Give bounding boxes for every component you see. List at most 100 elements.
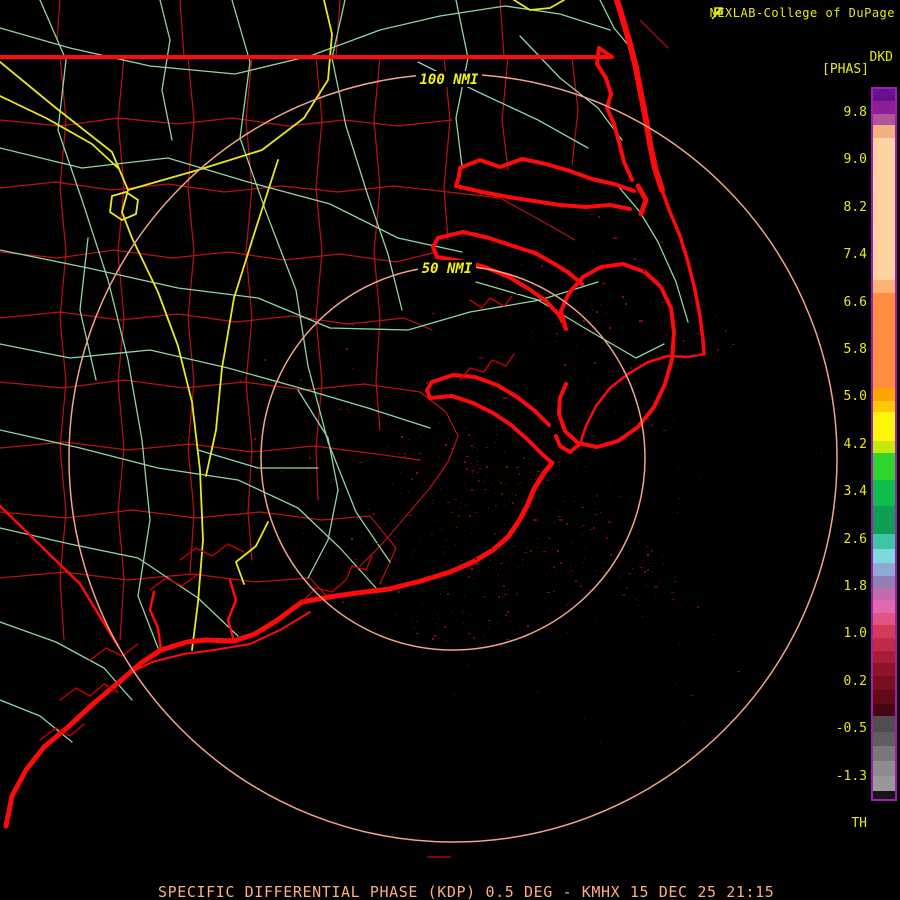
radar-echo (584, 558, 585, 559)
radar-echo (465, 428, 466, 429)
site-title: NEXLAB-College of DuPage (709, 6, 895, 20)
radar-echo (464, 484, 465, 485)
radar-echo (444, 469, 445, 470)
radar-echo (403, 456, 406, 457)
radar-echo (503, 397, 507, 399)
radar-echo (578, 297, 579, 298)
radar-echo (576, 293, 577, 294)
radar-echo (632, 219, 633, 220)
map-line (639, 19, 669, 49)
radar-echo (439, 457, 440, 458)
colorbar-label: 3.4 (843, 484, 867, 500)
radar-echo (440, 593, 441, 594)
radar-echo (488, 627, 489, 628)
radar-echo (432, 638, 434, 640)
radar-echo (375, 628, 376, 629)
radar-echo (456, 527, 457, 528)
radar-echo (455, 544, 456, 545)
colorbar-segment (873, 690, 895, 704)
radar-echo (506, 639, 509, 640)
radar-echo (593, 497, 594, 498)
radar-echo (609, 482, 610, 483)
radar-echo (419, 453, 422, 454)
map-line (331, 0, 403, 311)
radar-echo (678, 467, 679, 468)
radar-echo (555, 549, 556, 550)
radar-echo (625, 303, 627, 305)
radar-echo (512, 502, 514, 504)
radar-echo (593, 527, 595, 529)
radar-echo (418, 466, 419, 467)
radar-echo (536, 510, 537, 511)
radar-echo (523, 457, 525, 459)
radar-echo (473, 476, 474, 477)
radar-echo (414, 633, 415, 634)
radar-echo (650, 302, 651, 303)
radar-echo (638, 605, 639, 606)
radar-echo (564, 501, 565, 502)
radar-echo (556, 570, 557, 571)
radar-echo (373, 513, 375, 515)
radar-echo (445, 444, 447, 446)
radar-echo (600, 512, 601, 513)
radar-echo (582, 676, 583, 677)
radar-echo (554, 522, 555, 523)
radar-echo (544, 477, 545, 478)
map-line (373, 56, 381, 431)
radar-echo (331, 491, 332, 492)
radar-echo (447, 593, 449, 595)
radar-echo (713, 634, 714, 635)
radar-echo (560, 562, 562, 564)
radar-echo (475, 563, 479, 565)
radar-echo (452, 611, 453, 612)
radar-echo (396, 561, 397, 562)
radar-echo (300, 379, 302, 381)
radar-echo (504, 594, 507, 595)
radar-echo (613, 237, 617, 239)
radar-echo (483, 596, 486, 597)
radar-echo (662, 302, 665, 303)
radar-echo (613, 250, 614, 251)
colorbar-label: 4.2 (843, 436, 867, 452)
product-caption: SPECIFIC DIFFERENTIAL PHASE (KDP) 0.5 DE… (158, 883, 775, 900)
radar-echo (578, 264, 579, 265)
radar-echo (617, 505, 618, 506)
radar-echo (446, 539, 447, 540)
radar-echo (570, 566, 571, 567)
radar-echo (429, 603, 430, 604)
colorbar-segment (873, 663, 895, 676)
radar-echo (484, 489, 487, 490)
radar-echo (531, 479, 532, 480)
radar-echo (541, 265, 543, 267)
radar-echo (606, 537, 608, 539)
radar-echo (513, 553, 514, 554)
radar-echo (496, 434, 497, 435)
colorbar-segment (873, 293, 895, 388)
radar-echo (572, 295, 573, 296)
radar-display: 50 NMI 100 NMI NEXLAB-College of DuPage D… (0, 0, 900, 900)
radar-echo (400, 472, 401, 473)
radar-echo (444, 626, 446, 628)
radar-echo (424, 481, 425, 482)
radar-echo (356, 549, 357, 550)
map-line (428, 394, 554, 465)
radar-echo (305, 421, 306, 422)
radar-echo (394, 536, 395, 537)
radar-echo (581, 507, 584, 508)
radar-echo (534, 529, 535, 530)
radar-echo (469, 560, 470, 561)
radar-echo (674, 284, 675, 285)
radar-echo (281, 471, 282, 472)
radar-echo (505, 484, 506, 485)
radar-echo (408, 439, 409, 440)
radar-echo (662, 555, 663, 556)
radar-echo (474, 512, 475, 513)
radar-echo (537, 471, 540, 472)
radar-echo (466, 456, 469, 457)
radar-echo (628, 573, 631, 574)
radar-echo (509, 607, 510, 608)
radar-echo (637, 548, 638, 549)
radar-echo (514, 546, 515, 547)
radar-echo (464, 595, 465, 596)
radar-echo (580, 527, 581, 528)
